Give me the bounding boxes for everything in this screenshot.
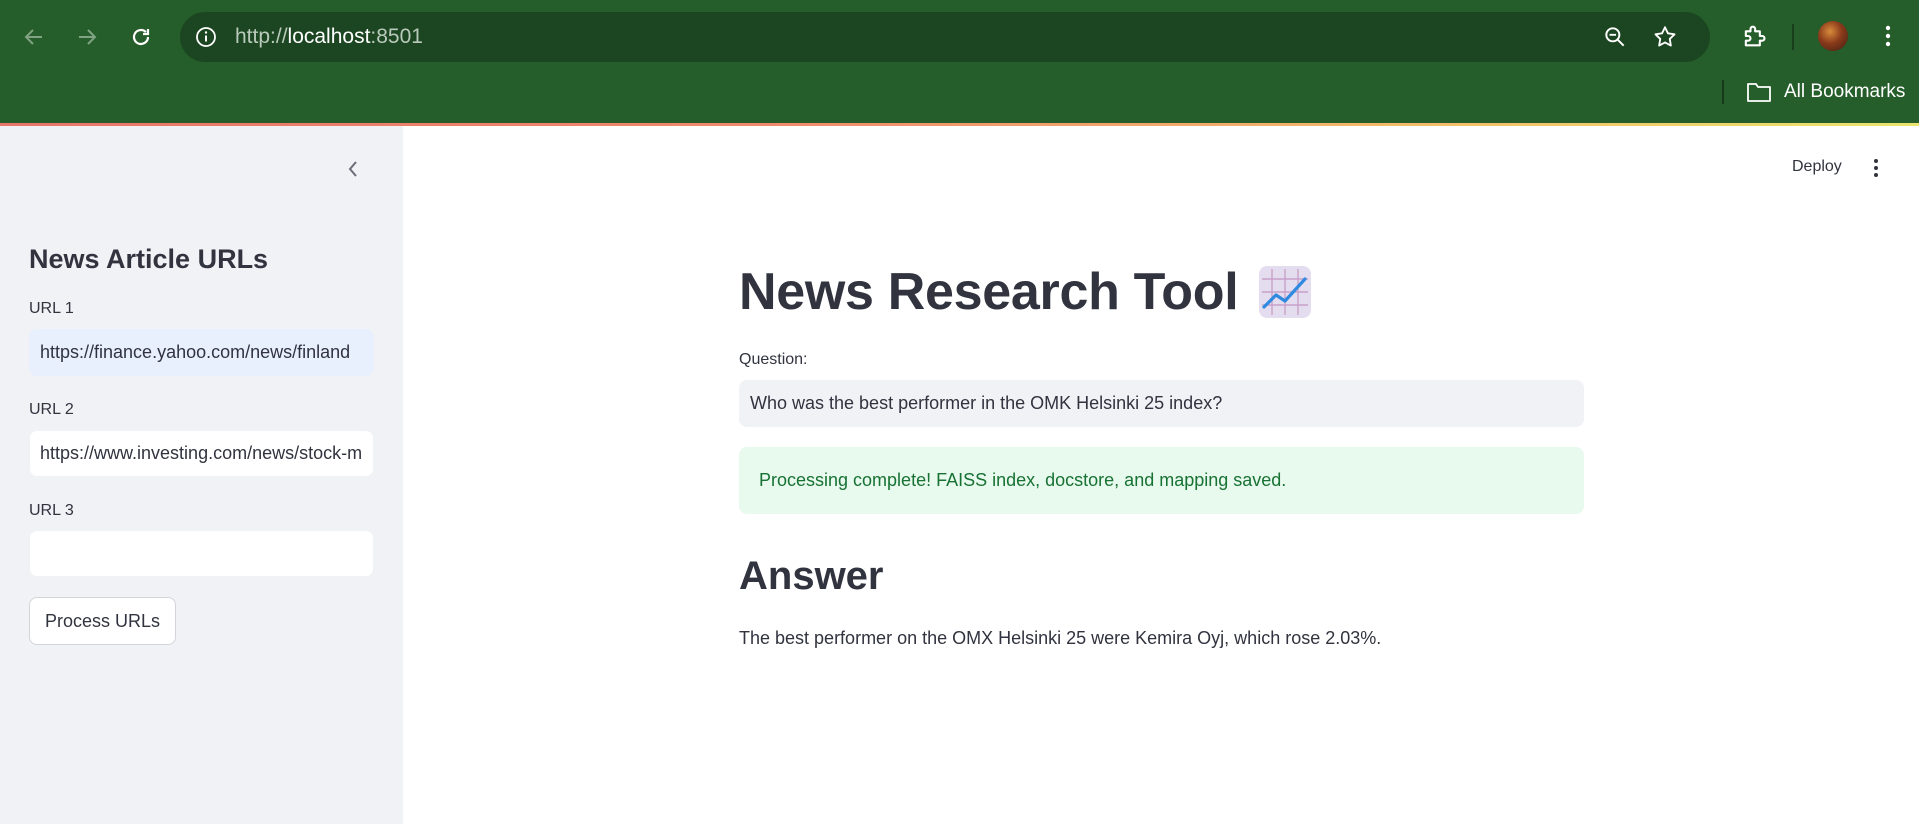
answer-heading: Answer (739, 554, 884, 598)
browser-toolbar: http://localhost:8501 All Bookmarks (0, 0, 1919, 123)
sidebar-heading: News Article URLs (29, 244, 269, 274)
profile-avatar[interactable] (1818, 21, 1848, 51)
url-text: http://localhost:8501 (235, 25, 423, 48)
page-title: News Research Tool (739, 263, 1239, 321)
reload-icon (132, 28, 150, 46)
extensions-icon[interactable] (1740, 22, 1768, 50)
process-urls-button[interactable]: Process URLs (29, 597, 177, 645)
success-alert: Processing complete! FAISS index, docsto… (739, 447, 1584, 514)
folder-icon (1747, 83, 1771, 102)
zoom-icon[interactable] (1602, 24, 1628, 50)
page-title-row: News Research Tool (739, 262, 1312, 322)
question-label: Question: (739, 351, 808, 368)
url-2-input[interactable]: https://www.investing.com/news/stock-m (29, 430, 374, 477)
answer-text: The best performer on the OMX Helsinki 2… (739, 628, 1382, 648)
collapse-sidebar-button[interactable] (340, 156, 366, 182)
url-3-label: URL 3 (29, 502, 74, 519)
sidebar: News Article URLs URL 1 https://finance.… (0, 126, 403, 824)
question-input[interactable]: Who was the best performer in the OMK He… (739, 380, 1584, 427)
deploy-button[interactable]: Deploy (1792, 158, 1842, 176)
chevron-left-icon (348, 161, 357, 177)
reload-button[interactable] (121, 17, 161, 57)
url-1-input[interactable]: https://finance.yahoo.com/news/finland (29, 329, 374, 376)
bookmarks-divider (1722, 80, 1724, 104)
all-bookmarks-label: All Bookmarks (1784, 81, 1906, 102)
all-bookmarks-button[interactable]: All Bookmarks (1746, 79, 1905, 105)
bookmark-star-icon[interactable] (1652, 24, 1678, 50)
browser-menu-icon[interactable] (1876, 22, 1900, 50)
forward-arrow-icon (79, 29, 97, 45)
back-button[interactable] (14, 17, 54, 57)
address-bar[interactable]: http://localhost:8501 (180, 12, 1710, 62)
back-arrow-icon (24, 29, 42, 45)
site-info-icon[interactable] (194, 25, 218, 49)
app-menu-icon[interactable] (1866, 156, 1886, 180)
url-3-input[interactable] (29, 530, 374, 577)
url-1-label: URL 1 (29, 300, 74, 317)
main-content: Deploy News Research Tool Question: Who … (403, 126, 1919, 824)
chart-increasing-icon (1259, 266, 1312, 318)
forward-button[interactable] (67, 17, 107, 57)
toolbar-divider (1792, 24, 1794, 50)
url-2-label: URL 2 (29, 401, 74, 418)
